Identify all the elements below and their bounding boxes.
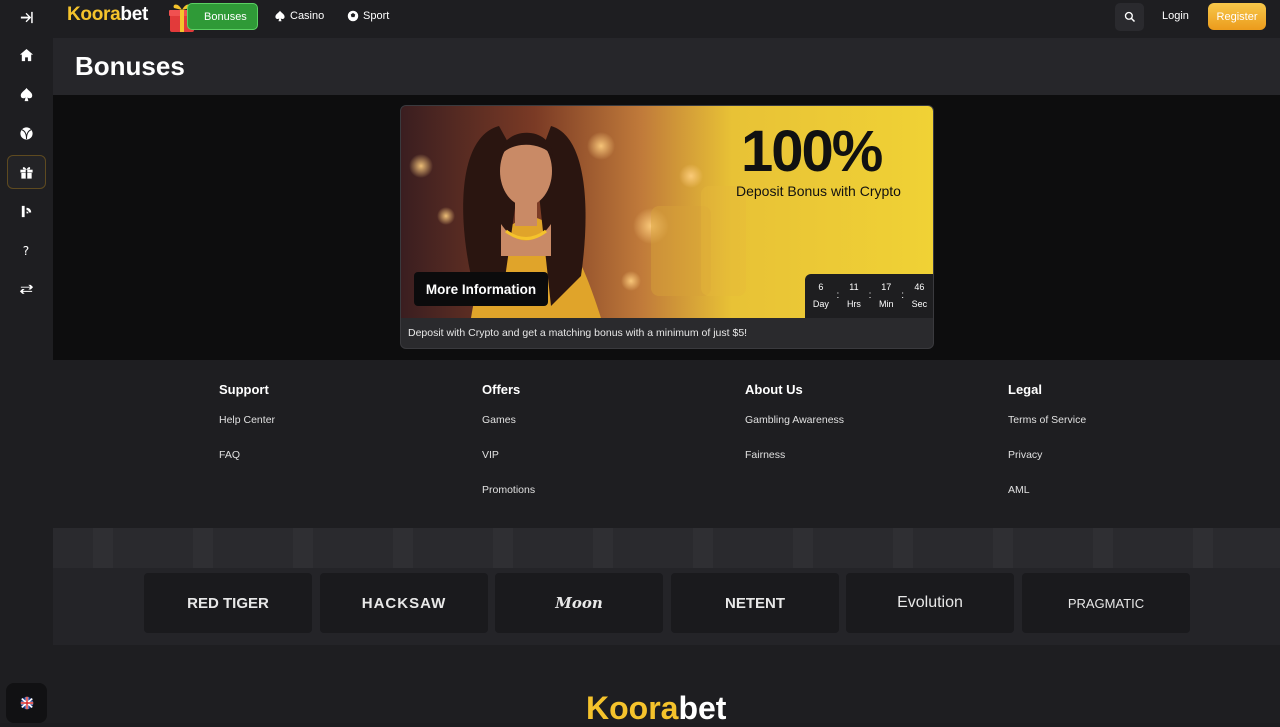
sidebar: ?	[0, 0, 53, 723]
footer-heading: About Us	[745, 382, 803, 397]
provider-pragmatic-play[interactable]: PRAGMATIC	[1022, 573, 1190, 633]
help-icon[interactable]: ?	[7, 233, 46, 267]
footer-logo: Koorabet	[586, 690, 727, 726]
footer-link-fairness[interactable]: Fairness	[745, 449, 844, 461]
bonus-subheadline: Deposit Bonus with Crypto	[736, 183, 901, 199]
providers-decoration	[53, 528, 1280, 568]
promo-banner: 100% Deposit Bonus with Crypto More Info…	[401, 106, 933, 318]
soccer-ball-icon	[347, 10, 359, 22]
language-selector[interactable]	[6, 683, 47, 723]
search-icon	[1124, 11, 1135, 23]
provider-hacksaw[interactable]: HACKSAW	[320, 573, 488, 633]
footer-link-privacy[interactable]: Privacy	[1008, 449, 1086, 461]
countdown-timer: 6 Day : 11 Hrs : 17 Min : 46 Sec	[805, 274, 933, 318]
footer-link-help-center[interactable]: Help Center	[219, 414, 275, 426]
search-button[interactable]	[1115, 3, 1144, 31]
footer-link-gambling-awareness[interactable]: Gambling Awareness	[745, 414, 844, 426]
footer-link-games[interactable]: Games	[482, 414, 535, 426]
bonus-percentage: 100%	[741, 119, 883, 184]
promo-card[interactable]: 100% Deposit Bonus with Crypto More Info…	[400, 105, 934, 349]
page-title: Bonuses	[75, 51, 185, 81]
footer-link-aml[interactable]: AML	[1008, 484, 1086, 496]
provider-moon[interactable]: Moon	[495, 573, 663, 633]
provider-evolution[interactable]: Evolution	[846, 573, 1014, 633]
timer-seconds: 46 Sec	[911, 282, 928, 309]
nav-casino[interactable]: Casino	[274, 10, 324, 22]
timer-days: 6 Day	[812, 282, 829, 309]
nav-bonuses[interactable]: Bonuses	[187, 3, 258, 30]
footer-link-vip[interactable]: VIP	[482, 449, 535, 461]
footer-column-support: Support Help Center FAQ	[219, 382, 275, 484]
spade-icon	[275, 10, 285, 22]
svg-text:?: ?	[23, 244, 29, 258]
affiliate-icon[interactable]	[7, 194, 46, 228]
providers-strip: RED TIGER HACKSAW Moon NETENT Evolution …	[53, 528, 1280, 645]
gift-icon[interactable]	[7, 155, 46, 189]
footer-column-legal: Legal Terms of Service Privacy AML	[1008, 382, 1086, 519]
footer: Support Help Center FAQ Offers Games VIP…	[53, 360, 1280, 726]
exchange-icon[interactable]	[7, 272, 46, 306]
timer-hours: 11 Hrs	[846, 282, 861, 309]
footer-link-promotions[interactable]: Promotions	[482, 484, 535, 496]
logo[interactable]: Koorabet	[67, 4, 148, 26]
sports-ball-icon[interactable]	[7, 116, 46, 150]
top-header: Koorabet Bonuses Casino Sport Login Regi…	[53, 0, 1280, 38]
footer-column-offers: Offers Games VIP Promotions	[482, 382, 535, 519]
page-title-bar: Bonuses	[53, 38, 1280, 95]
collapse-icon[interactable]	[7, 0, 46, 34]
nav-sport[interactable]: Sport	[347, 10, 389, 22]
footer-link-faq[interactable]: FAQ	[219, 449, 275, 461]
promo-section: 100% Deposit Bonus with Crypto More Info…	[53, 95, 1280, 360]
provider-netent[interactable]: NETENT	[671, 573, 839, 633]
home-icon[interactable]	[7, 38, 46, 72]
uk-flag-icon	[20, 696, 33, 710]
footer-column-about-us: About Us Gambling Awareness Fairness	[745, 382, 844, 484]
register-button[interactable]: Register	[1208, 3, 1266, 30]
promo-description: Deposit with Crypto and get a matching b…	[408, 327, 748, 339]
footer-link-terms[interactable]: Terms of Service	[1008, 414, 1086, 426]
footer-heading: Offers	[482, 382, 521, 397]
provider-red-tiger[interactable]: RED TIGER	[144, 573, 312, 633]
login-button[interactable]: Login	[1162, 10, 1189, 22]
footer-heading: Legal	[1008, 382, 1042, 397]
timer-minutes: 17 Min	[879, 282, 894, 309]
more-information-button[interactable]: More Information	[414, 272, 548, 306]
spade-icon[interactable]	[7, 77, 46, 111]
footer-heading: Support	[219, 382, 269, 397]
